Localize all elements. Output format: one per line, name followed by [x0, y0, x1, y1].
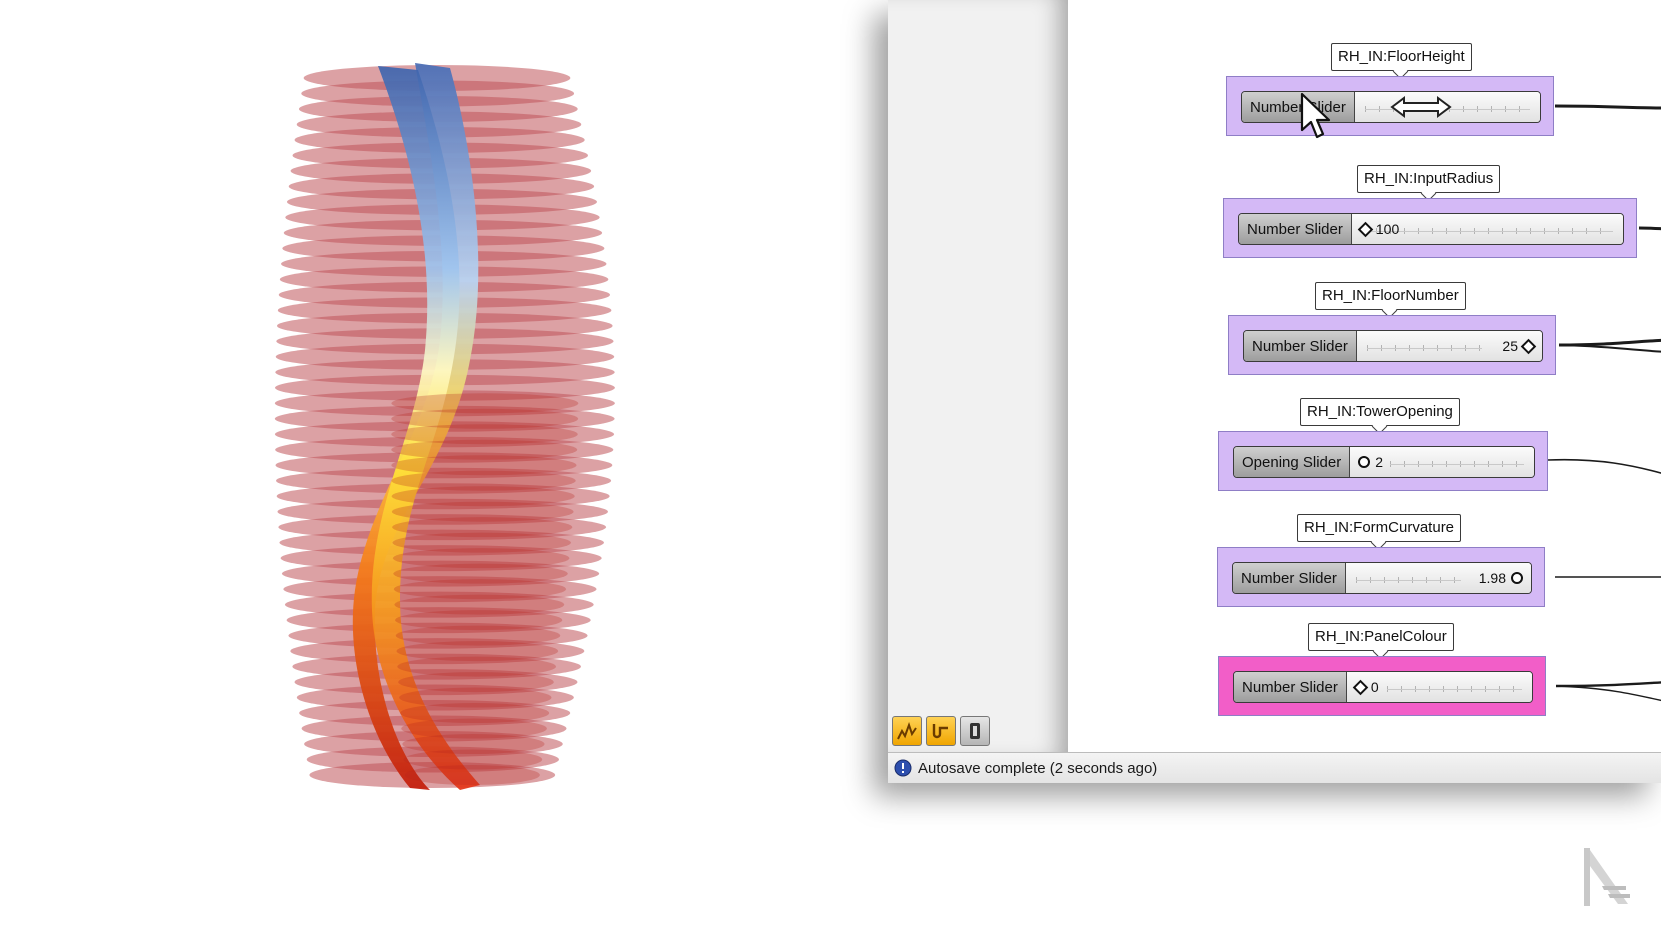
graph-icon[interactable] — [892, 716, 922, 746]
slider-rail[interactable] — [1354, 92, 1540, 122]
slider-group: Number Slider 0 — [1218, 656, 1546, 716]
slider-type-label: Number Slider — [1233, 563, 1346, 593]
slider-rail[interactable]: 100 — [1351, 214, 1623, 244]
wrench-icon[interactable] — [926, 716, 956, 746]
device-icon[interactable] — [960, 716, 990, 746]
number-slider[interactable]: Number Slider — [1241, 91, 1541, 123]
slider-rail[interactable]: 25 — [1356, 331, 1542, 361]
slider-name-tag: RH_IN:FormCurvature — [1297, 514, 1462, 542]
wire — [1547, 458, 1661, 474]
floor-plate-overlay — [404, 765, 540, 785]
wire — [1555, 681, 1661, 688]
tower-model — [274, 63, 615, 790]
number-slider[interactable]: Number Slider 25 — [1243, 330, 1543, 362]
slider-name-tag: RH_IN:FloorHeight — [1331, 43, 1472, 71]
wire — [1558, 344, 1661, 353]
watermark-logo-icon — [1584, 848, 1630, 906]
slider-name-tag: RH_IN:FloorNumber — [1315, 282, 1466, 310]
wire — [1554, 104, 1661, 110]
slider-grip-icon[interactable] — [1511, 572, 1523, 584]
status-bar: Autosave complete (2 seconds ago) — [888, 752, 1661, 783]
slider-group: Number Slider — [1226, 76, 1554, 136]
slider-type-label: Number Slider — [1239, 214, 1352, 244]
number-slider[interactable]: Number Slider 0 — [1233, 671, 1533, 703]
slider-group: Opening Slider 2 — [1218, 431, 1548, 491]
slider-group: Number Slider 1.98 — [1217, 547, 1545, 607]
slider-name-tag: RH_IN:PanelColour — [1308, 623, 1454, 651]
wire — [1638, 226, 1661, 231]
wire — [1555, 685, 1661, 702]
slider-value: 100 — [1375, 221, 1400, 237]
slider-grip-icon[interactable] — [1352, 679, 1369, 695]
component-panel — [888, 0, 1069, 752]
slider-value: 2 — [1375, 454, 1384, 470]
slider-name-tag: RH_IN:InputRadius — [1357, 165, 1501, 193]
info-icon — [894, 759, 912, 777]
number-slider[interactable]: Number Slider 100 — [1238, 213, 1624, 245]
slider-group: Number Slider 25 — [1228, 315, 1556, 375]
slider-grip-icon[interactable] — [1358, 456, 1371, 468]
slider-value: 25 — [1502, 338, 1518, 354]
slider-rail[interactable]: 0 — [1346, 672, 1532, 702]
slider-type-label: Opening Slider — [1234, 447, 1351, 477]
grasshopper-window: RH_IN:FloorHeight Number Slider RH_IN:In… — [888, 0, 1661, 783]
slider-type-label: Number Slider — [1242, 92, 1355, 122]
rhino-viewport[interactable] — [0, 0, 840, 923]
number-slider[interactable]: Number Slider 1.98 — [1232, 562, 1532, 594]
slider-value: 0 — [1370, 679, 1379, 695]
wire — [1558, 338, 1661, 347]
slider-rail[interactable]: 1.98 — [1345, 563, 1531, 593]
canvas-toolbar — [892, 716, 990, 746]
slider-name-tag: RH_IN:TowerOpening — [1300, 398, 1460, 426]
number-slider[interactable]: Opening Slider 2 — [1233, 446, 1535, 478]
slider-rail[interactable]: 2 — [1350, 447, 1534, 477]
slider-group: Number Slider 100 — [1223, 198, 1637, 258]
slider-type-label: Number Slider — [1244, 331, 1357, 361]
drag-handle-icon[interactable] — [1388, 92, 1454, 122]
status-text: Autosave complete (2 seconds ago) — [918, 759, 1158, 777]
slider-type-label: Number Slider — [1234, 672, 1347, 702]
slider-grip-icon[interactable] — [1357, 221, 1374, 237]
slider-grip-icon[interactable] — [1520, 338, 1537, 354]
mouse-cursor-icon — [1300, 92, 1331, 139]
grasshopper-canvas[interactable]: RH_IN:FloorHeight Number Slider RH_IN:In… — [1068, 0, 1661, 752]
slider-value: 1.98 — [1478, 570, 1506, 586]
